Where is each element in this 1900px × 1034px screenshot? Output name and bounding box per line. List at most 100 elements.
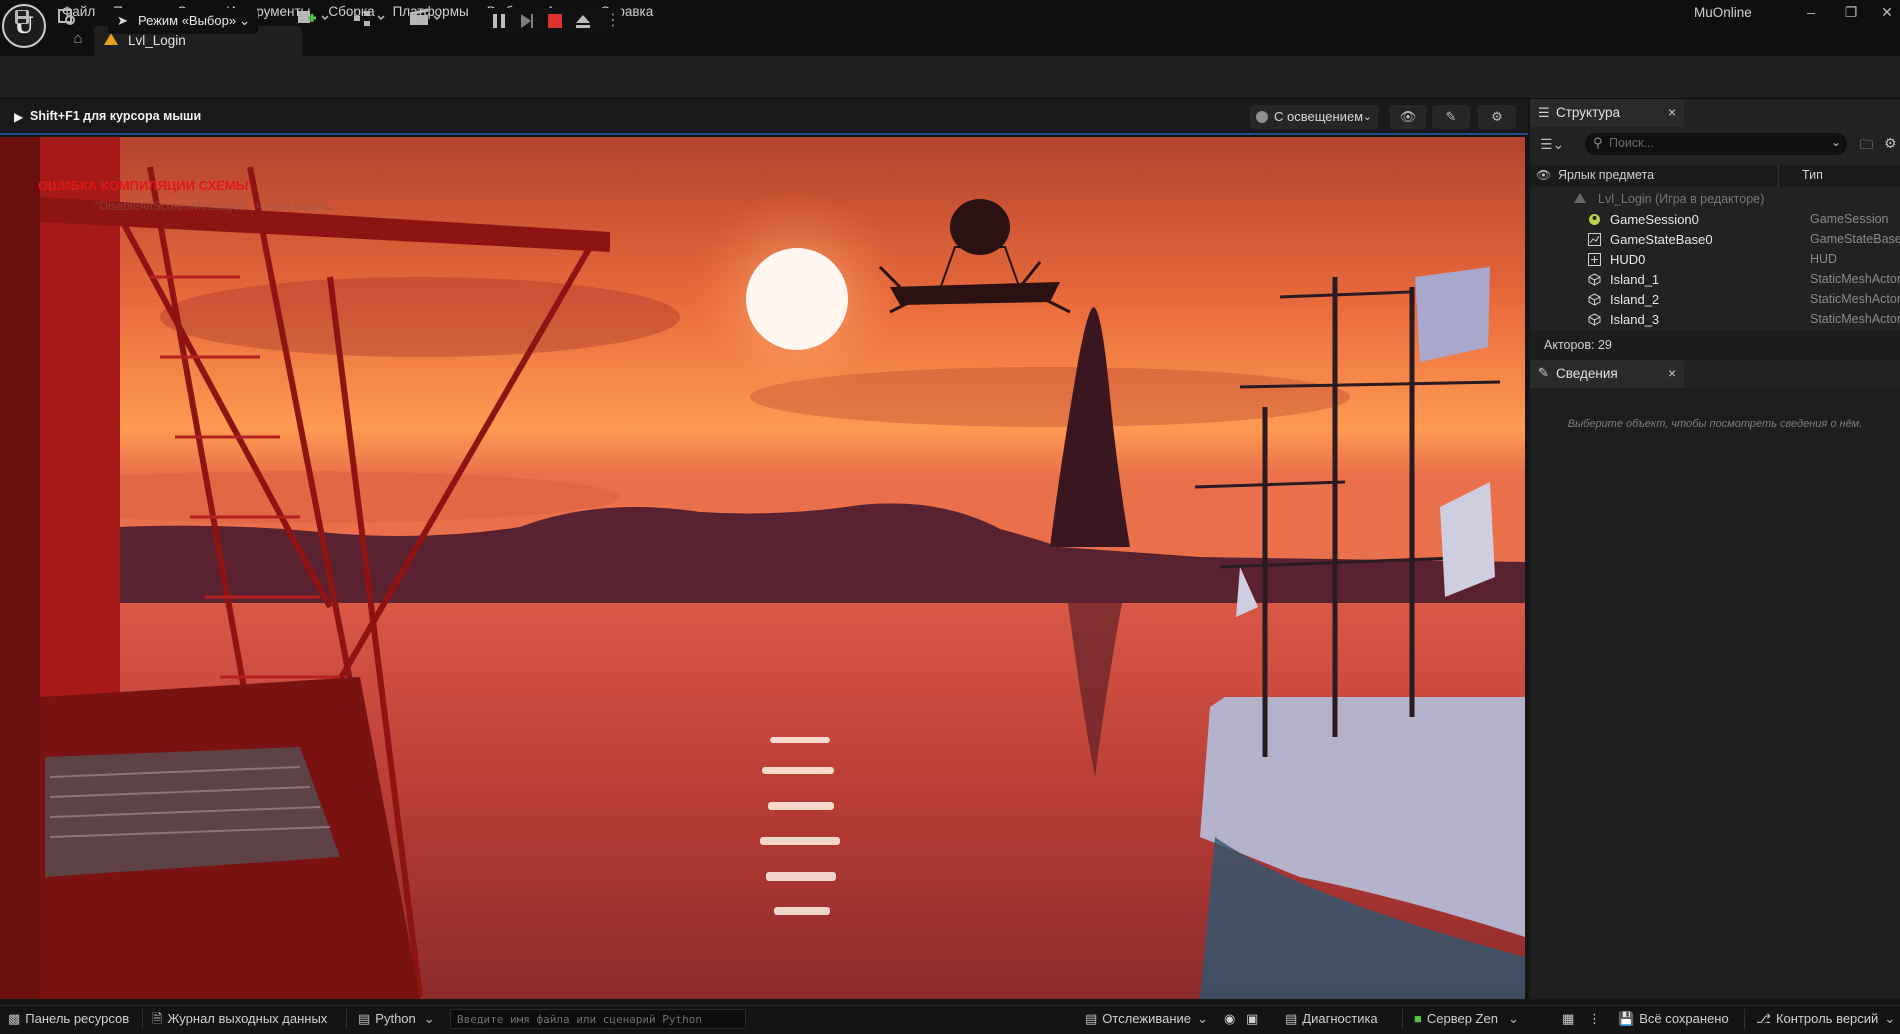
viewport-focus-line xyxy=(0,133,1528,135)
cinematics-icon[interactable] xyxy=(406,8,444,34)
close-icon[interactable]: × xyxy=(1668,104,1676,120)
console-icon: ▤ xyxy=(358,1011,371,1026)
python-console-input[interactable]: Введите имя файла или сценарий Python xyxy=(450,1009,746,1029)
pause-icon[interactable] xyxy=(491,13,507,29)
search-icon: ⚲ xyxy=(1593,135,1603,150)
column-type[interactable]: Тип xyxy=(1802,168,1823,182)
outliner-row-type: StaticMeshActor xyxy=(1810,272,1900,286)
outliner-row-name: Island_3 xyxy=(1610,312,1660,327)
play-controls: ⋮ xyxy=(481,8,622,34)
view-mode-label: С освещением xyxy=(1274,109,1364,124)
eye-icon: 👁 xyxy=(1399,109,1417,124)
outliner-search-input[interactable]: ⚲ Поиск... ⌄ xyxy=(1585,133,1847,155)
details-empty-text: Выберите объект, чтобы посмотреть сведен… xyxy=(1567,418,1863,430)
details-tab[interactable]: ✎ Сведения × xyxy=(1530,360,1684,388)
more-options-icon[interactable]: ⋮ xyxy=(605,8,621,34)
divider xyxy=(1744,1009,1745,1029)
chevron-down-icon: ⌄ xyxy=(1197,1011,1208,1026)
cmd-label: Python xyxy=(375,1011,416,1026)
zen-server-dropdown[interactable]: ■ Сервер Zen ⌄ xyxy=(1414,1010,1524,1028)
outliner-row-name: HUD0 xyxy=(1610,252,1646,267)
filter-icon[interactable]: ☰⌄ xyxy=(1540,136,1564,153)
actor-count-bar: Акторов: 29 xyxy=(1530,330,1900,360)
column-divider[interactable] xyxy=(1778,165,1779,187)
restore-icon[interactable]: ❐ xyxy=(1834,2,1868,22)
outliner-row[interactable]: Island_3 StaticMeshActor xyxy=(1530,310,1900,330)
show-flags-dropdown[interactable]: 👁 xyxy=(1390,105,1426,129)
output-log-button[interactable]: 🗎 Журнал выходных данных xyxy=(152,1010,327,1028)
world-icon xyxy=(1574,193,1586,203)
browse-level-icon[interactable] xyxy=(54,8,80,34)
outliner-root-row[interactable]: Lvl_Login (Игра в редакторе) xyxy=(1530,190,1900,210)
save-icon[interactable] xyxy=(10,8,34,34)
outliner-row-name: GameSession0 xyxy=(1610,212,1699,227)
outliner-row[interactable]: Island_1 StaticMeshActor xyxy=(1530,270,1900,290)
step-frame-icon[interactable] xyxy=(519,13,535,29)
view-mode-dropdown[interactable]: С освещением ⌄ xyxy=(1250,105,1378,129)
stop-icon[interactable] xyxy=(547,13,563,29)
source-control-status-icon[interactable]: ▦ xyxy=(1562,1010,1574,1028)
eye-icon[interactable]: 👁 xyxy=(1536,168,1551,182)
save-all-button[interactable]: 💾 Всё сохранено xyxy=(1618,1010,1729,1028)
chevron-down-icon: ⌄ xyxy=(1831,135,1842,149)
outliner-row-name: Island_2 xyxy=(1610,292,1660,307)
close-icon[interactable]: × xyxy=(1668,365,1676,381)
static-mesh-icon xyxy=(1588,313,1601,326)
diagnostics-button[interactable]: ▤ Диагностика xyxy=(1285,1010,1378,1028)
outliner-tab[interactable]: ☰ Структура × xyxy=(1530,99,1684,127)
chevron-down-icon: ⌄ xyxy=(423,1011,435,1026)
screenshot-icon[interactable]: ▣ xyxy=(1246,1010,1258,1028)
outliner-row[interactable]: Island_2 StaticMeshActor xyxy=(1530,290,1900,310)
cmd-dropdown[interactable]: ▤ Python ⌄ xyxy=(358,1010,440,1028)
revision-control-icon: ⎇ xyxy=(1756,1011,1771,1026)
outliner-column-header: 👁 Ярлык предмета Тип xyxy=(1530,165,1900,187)
chevron-down-icon: ⌄ xyxy=(1507,1011,1519,1026)
output-log-label: Журнал выходных данных xyxy=(167,1011,328,1026)
eject-icon[interactable] xyxy=(575,13,591,29)
outliner-row-type: StaticMeshActor xyxy=(1810,292,1900,306)
content-drawer-button[interactable]: ▩ Панель ресурсов xyxy=(8,1010,129,1028)
divider xyxy=(346,1009,347,1029)
log-icon: 🗎 xyxy=(152,1011,163,1026)
scalability-icon: ✎ xyxy=(1445,109,1457,124)
performance-dropdown[interactable]: ✎ xyxy=(1432,105,1470,129)
diagnostics-icon: ▤ xyxy=(1285,1011,1298,1026)
gear-icon: ⚙ xyxy=(1491,109,1503,124)
more-options-icon[interactable]: ⋮ xyxy=(1588,1010,1601,1028)
chevron-down-icon: ⌄ xyxy=(1362,111,1372,123)
mouse-cursor-hint: Shift+F1 для курсора мыши xyxy=(30,109,202,123)
outliner-row[interactable]: GameStateBase0 GameStateBase xyxy=(1530,230,1900,250)
add-actor-icon[interactable] xyxy=(294,8,332,34)
lit-sphere-icon xyxy=(1256,111,1268,123)
outliner-row[interactable]: HUD0 HUD xyxy=(1530,250,1900,270)
trace-dropdown[interactable]: ▤ Отслеживание ⌄ xyxy=(1085,1010,1213,1028)
revision-control-label: Контроль версий xyxy=(1775,1011,1879,1026)
blueprint-icon[interactable] xyxy=(350,8,388,34)
main-toolbar xyxy=(0,56,1900,99)
selection-mode-dropdown[interactable]: ➤ Режим «Выбор» ⌄ xyxy=(108,8,258,34)
viewport-settings-dropdown[interactable]: ⚙ xyxy=(1478,105,1516,129)
outliner-list-icon: ☰ xyxy=(1538,105,1550,120)
outliner-row-type: GameStateBase xyxy=(1810,232,1900,246)
divider xyxy=(142,1009,143,1029)
add-folder-icon[interactable]: 🗀 xyxy=(1860,136,1873,158)
search-placeholder: Поиск... xyxy=(1609,136,1655,150)
column-item-label[interactable]: Ярлык предмета xyxy=(1558,168,1654,182)
compile-error-message: ОШИБКА КОМПИЛЯЦИИ СХЕМЫ xyxy=(38,178,249,193)
outliner-row[interactable]: GameSession0 GameSession xyxy=(1530,210,1900,230)
zen-server-label: Сервер Zen xyxy=(1426,1011,1498,1026)
static-mesh-icon xyxy=(1588,273,1601,286)
scene-render xyxy=(0,137,1525,999)
revision-control-dropdown[interactable]: ⎇ Контроль версий ⌄ xyxy=(1756,1010,1900,1028)
level-tab-label: Lvl_Login xyxy=(128,33,186,48)
gear-icon[interactable]: ⚙ xyxy=(1884,135,1897,152)
save-all-icon: 💾 xyxy=(1618,1011,1635,1026)
game-viewport[interactable] xyxy=(0,137,1525,999)
actor-count: Акторов: 29 xyxy=(1544,338,1612,352)
record-icon[interactable]: ◉ xyxy=(1224,1010,1235,1028)
game-state-icon xyxy=(1588,233,1601,246)
outliner-root-label: Lvl_Login (Игра в редакторе) xyxy=(1598,192,1765,206)
minimize-icon[interactable]: – xyxy=(1794,2,1828,22)
details-title: Сведения xyxy=(1556,366,1618,381)
close-window-icon[interactable]: ✕ xyxy=(1870,2,1900,22)
